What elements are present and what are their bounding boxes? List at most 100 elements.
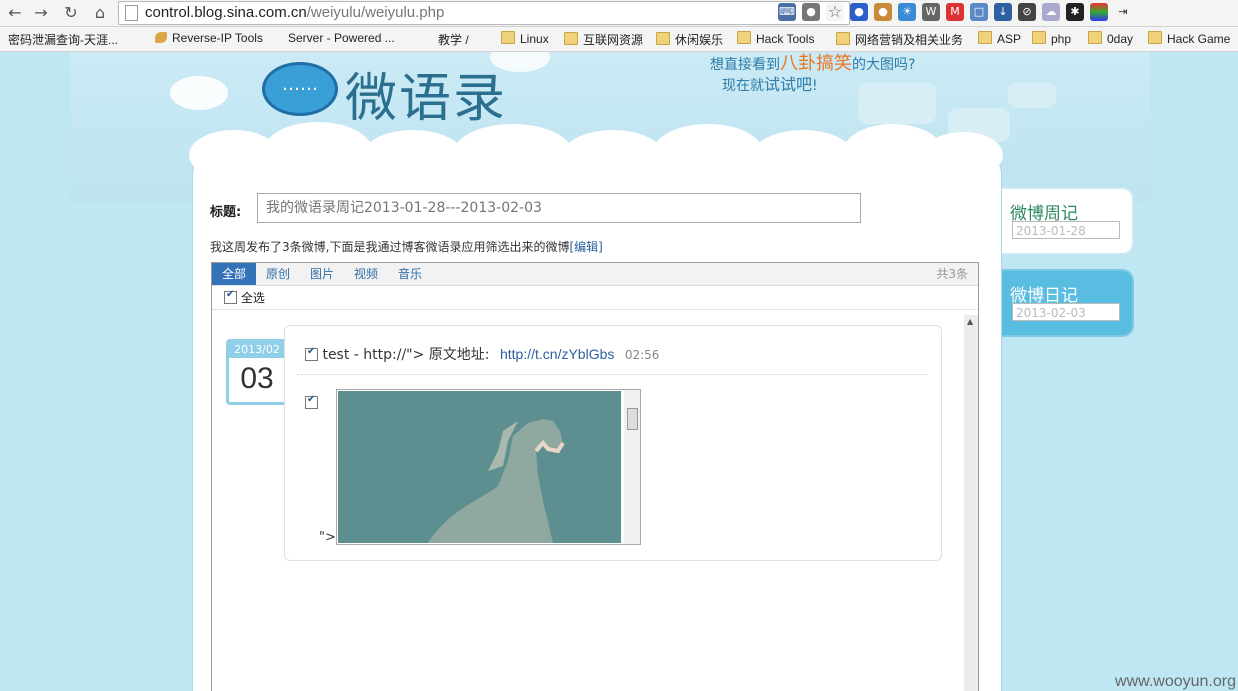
reload-icon[interactable]: ↻ <box>60 2 82 24</box>
gmail-icon[interactable]: M <box>946 3 964 21</box>
daily-journal-date: 2013-02-03 <box>1012 303 1120 321</box>
divider <box>297 374 927 375</box>
promo-banner[interactable]: 想直接看到八卦搞笑的大图吗? 现在就试试吧! <box>710 54 990 96</box>
bookmark-item[interactable]: Server - Powered ... <box>288 31 395 45</box>
tab-music[interactable]: 音乐 <box>388 263 432 285</box>
scroll-thumb[interactable] <box>627 408 638 430</box>
folder-icon <box>656 32 670 45</box>
bookmark-item[interactable]: 0day <box>1088 31 1133 46</box>
logo-bubble-icon: …… <box>262 62 338 116</box>
cloud-edge-decoration <box>653 124 763 180</box>
horse-image <box>338 391 621 543</box>
image-icon[interactable]: □ <box>970 3 988 21</box>
daily-journal-tab[interactable]: 微博日记 2013-02-03 <box>1002 269 1134 337</box>
download-icon[interactable]: ↓ <box>994 3 1012 21</box>
folder-icon <box>1148 31 1162 44</box>
speech-bubble-decoration <box>1008 82 1056 108</box>
list-scrollbar[interactable]: ▲ <box>964 315 978 691</box>
weather-icon[interactable]: ☀ <box>898 3 916 21</box>
page-content: …… 微语录 想直接看到八卦搞笑的大图吗? 现在就试试吧! 微博周记 2013-… <box>0 52 1238 691</box>
bookmark-item[interactable]: 密码泄漏查询-天涯... <box>8 31 118 48</box>
filter-tabs: 全部 原创 图片 视频 音乐 共3条 <box>212 263 978 286</box>
keyboard-icon[interactable]: ⌨ <box>778 3 796 21</box>
folder-icon <box>564 32 578 45</box>
horse-silhouette-icon <box>338 391 621 543</box>
weekly-journal-date: 2013-01-28 <box>1012 221 1120 239</box>
page-icon <box>125 5 138 21</box>
bookmark-item[interactable]: 教学 / <box>438 31 469 48</box>
cloud-edge-decoration <box>563 130 663 180</box>
folder-icon <box>978 31 992 44</box>
embedded-iframe[interactable] <box>336 389 641 545</box>
total-count: 共3条 <box>936 267 968 281</box>
bookmark-item[interactable]: ASP <box>978 31 1021 46</box>
tab-all[interactable]: 全部 <box>212 263 256 285</box>
star-icon[interactable]: ☆ <box>826 3 844 21</box>
bookmark-item[interactable]: Reverse-IP Tools <box>155 31 263 45</box>
date-year-month: 2013/02 <box>229 342 285 358</box>
post-time: 02:56 <box>624 348 660 362</box>
title-input[interactable] <box>257 193 861 223</box>
back-arrow-icon[interactable]: ← <box>4 2 26 24</box>
watermark: www.wooyun.org <box>1115 673 1236 690</box>
cloud-edge-decoration <box>453 124 573 184</box>
cloud-decoration <box>170 76 228 110</box>
image-checkbox[interactable] <box>305 394 318 409</box>
bookmark-item[interactable]: Hack Tools <box>737 31 814 46</box>
bookmark-item[interactable]: Hack Game <box>1148 31 1230 46</box>
folder-icon <box>1088 31 1102 44</box>
tab-video[interactable]: 视频 <box>344 263 388 285</box>
folder-icon <box>836 32 850 45</box>
cloud-edge-decoration <box>363 130 463 180</box>
bookmark-item[interactable]: 休闲娱乐 <box>656 31 723 48</box>
iframe-scrollbar[interactable] <box>624 390 640 544</box>
tool-icon <box>155 32 167 43</box>
address-url: control.blog.sina.com.cn/weiyulu/weiyulu… <box>145 4 445 21</box>
puzzle-icon[interactable]: ✱ <box>1066 3 1084 21</box>
date-day: 03 <box>240 362 274 395</box>
select-all[interactable]: 全选 <box>224 289 265 306</box>
wordpress-icon[interactable]: W <box>922 3 940 21</box>
tab-original[interactable]: 原创 <box>256 263 300 285</box>
divider <box>212 309 978 310</box>
bookmark-item[interactable]: Linux <box>501 31 549 46</box>
app-logo: 微语录 <box>345 69 508 129</box>
address-bar[interactable]: control.blog.sina.com.cn/weiyulu/weiyulu… <box>118 1 850 25</box>
forward-arrow-icon[interactable]: → <box>30 2 52 24</box>
cloud-edge-decoration <box>263 122 373 182</box>
promo-line-1: 想直接看到八卦搞笑的大图吗? <box>710 53 916 74</box>
select-all-checkbox[interactable] <box>224 289 237 304</box>
tab-images[interactable]: 图片 <box>300 263 344 285</box>
bookmarks-bar: 密码泄漏查询-天涯... Reverse-IP Tools Server - P… <box>0 27 1238 52</box>
exit-icon[interactable]: ⇥ <box>1114 3 1132 21</box>
post-header: test - http://"> 原文地址: http://t.cn/zYblG… <box>305 344 659 364</box>
folder-icon <box>501 31 515 44</box>
lightbulb-icon[interactable]: ● <box>802 3 820 21</box>
intro-text: 我这周发布了3条微博,下面是我通过博客微语录应用筛选出来的微博[编辑] <box>210 240 603 254</box>
folder-icon <box>737 31 751 44</box>
post-checkbox[interactable] <box>305 346 318 361</box>
home-icon[interactable]: ⌂ <box>89 2 111 24</box>
promo-line-2: 现在就试试吧! <box>722 75 818 94</box>
paw-icon[interactable]: ● <box>850 3 868 21</box>
block-icon[interactable]: ⊘ <box>1018 3 1036 21</box>
scroll-up-icon[interactable]: ▲ <box>967 317 973 326</box>
bookmark-item[interactable]: 互联网资源 <box>564 31 643 48</box>
edit-link[interactable]: [编辑] <box>569 240 602 254</box>
bookmark-item[interactable]: php <box>1032 31 1071 46</box>
injected-text: "> <box>319 530 336 545</box>
title-label: 标题: <box>210 205 242 220</box>
folder-icon <box>1032 31 1046 44</box>
date-badge: 2013/02 03 <box>226 339 288 405</box>
cloud-icon[interactable]: ☁ <box>1042 3 1060 21</box>
browser-toolbar: ← → ↻ ⌂ control.blog.sina.com.cn/weiyulu… <box>0 0 1238 27</box>
select-all-label: 全选 <box>240 291 265 305</box>
extension-icons: ⌨ ● ☆ ● ● ☀ W M □ ↓ ⊘ ☁ ✱ ⇥ <box>778 3 1132 23</box>
weekly-journal-tab[interactable]: 微博周记 2013-01-28 <box>1002 187 1134 255</box>
color-palette-icon[interactable] <box>1090 3 1108 21</box>
bookmark-item[interactable]: 网络营销及相关业务 <box>836 31 963 48</box>
post-link[interactable]: http://t.cn/zYblGbs <box>500 346 614 362</box>
cookie-icon[interactable]: ● <box>874 3 892 21</box>
cloud-edge-decoration <box>923 132 1003 178</box>
post-text: test - http://"> 原文地址: <box>322 347 490 363</box>
